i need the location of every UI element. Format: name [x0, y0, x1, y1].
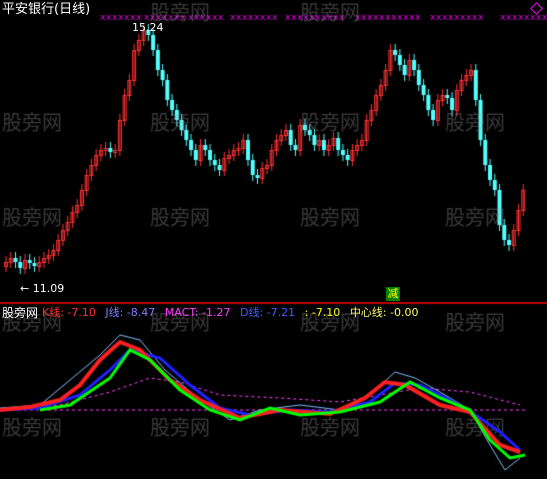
stock-chart-canvas: [0, 0, 547, 479]
chart-title: 平安银行(日线): [2, 2, 91, 17]
k-value: K线: -7.10: [42, 306, 96, 319]
center-value: 中心线: -0.00: [349, 306, 419, 319]
high-price-label: 15.24: [132, 21, 164, 34]
extra-value: : -7.10: [304, 306, 341, 319]
j-value: J线: -8.47: [105, 306, 156, 319]
signal-badge: 减: [386, 287, 400, 301]
d-value: D线: -7.21: [240, 306, 296, 319]
low-price-label: ← 11.09: [20, 282, 65, 295]
macd-value: MACT: -1.27: [164, 306, 231, 319]
indicator-name: 股旁网: [2, 306, 39, 320]
indicator-values: K线: -7.10 J线: -8.47 MACT: -1.27 D线: -7.2…: [42, 306, 424, 320]
